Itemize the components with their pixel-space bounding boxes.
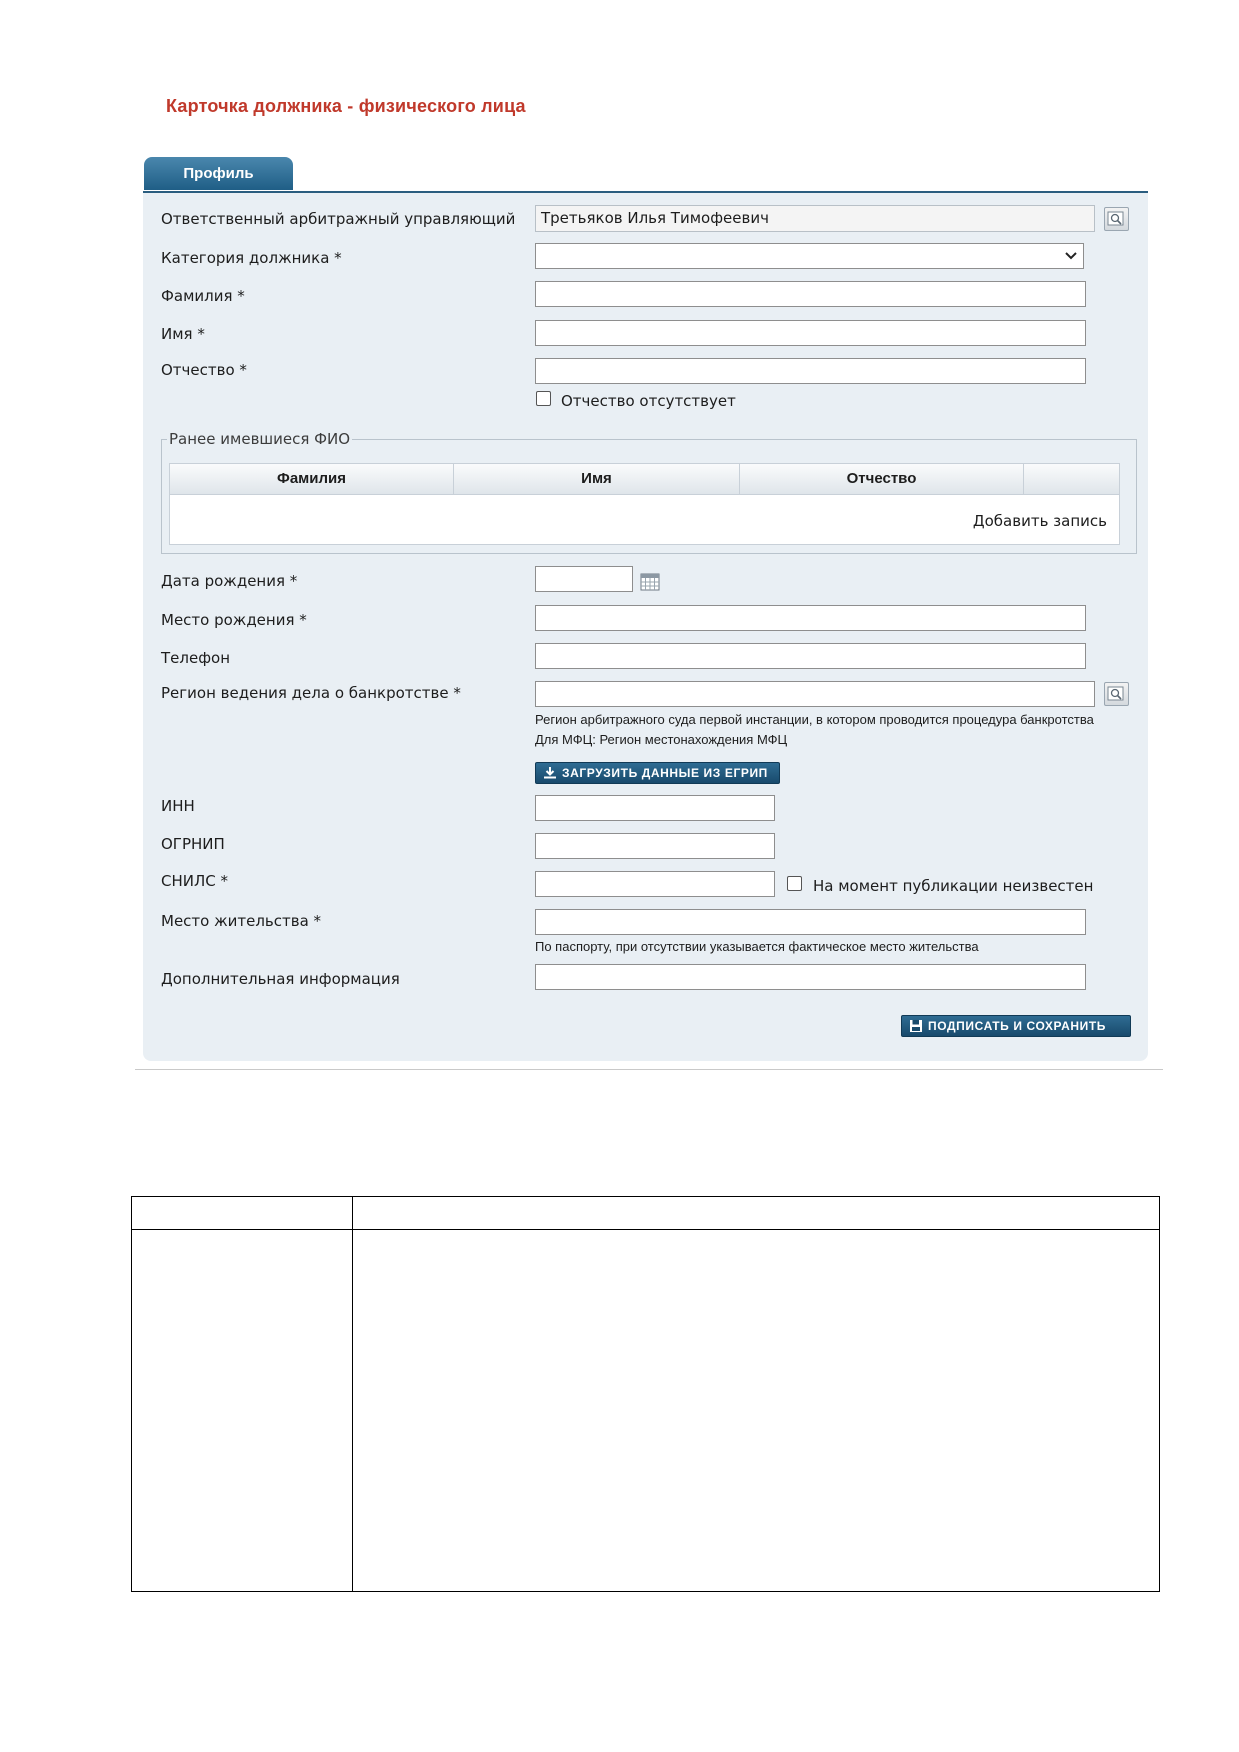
first-name-label: Имя * <box>161 325 205 343</box>
residence-input[interactable] <box>535 909 1086 935</box>
last-name-input[interactable] <box>535 281 1086 307</box>
document-table <box>131 1196 1160 1592</box>
extra-info-input[interactable] <box>535 964 1086 990</box>
download-icon <box>544 767 556 779</box>
chevron-down-icon <box>1065 252 1077 260</box>
manager-label: Ответственный арбитражный управляющий <box>161 210 516 228</box>
screenshot-divider <box>135 1069 1163 1070</box>
birth-date-input[interactable] <box>535 566 633 592</box>
region-hint-mfc: Для МФЦ: Регион местонахождения МФЦ <box>535 732 788 747</box>
manager-field: Третьяков Илья Тимофеевич <box>535 205 1095 232</box>
table-column-divider <box>352 1197 353 1591</box>
tab-profile[interactable]: Профиль <box>144 157 293 190</box>
column-header-first-name[interactable]: Имя <box>454 464 740 494</box>
ogrnip-label: ОГРНИП <box>161 835 225 853</box>
last-name-label: Фамилия * <box>161 287 245 305</box>
inn-input[interactable] <box>535 795 775 821</box>
phone-input[interactable] <box>535 643 1086 669</box>
calendar-icon[interactable] <box>640 573 660 591</box>
no-patronymic-checkbox[interactable] <box>536 391 551 406</box>
snils-label: СНИЛС * <box>161 872 228 890</box>
patronymic-input[interactable] <box>535 358 1086 384</box>
snils-unknown-checkbox[interactable] <box>787 876 802 891</box>
no-patronymic-label: Отчество отсутствует <box>561 392 736 410</box>
birth-date-label: Дата рождения * <box>161 572 298 590</box>
region-lookup-button[interactable] <box>1104 682 1129 706</box>
previous-names-grid: Фамилия Имя Отчество Добавить запись <box>169 463 1120 545</box>
phone-label: Телефон <box>161 649 231 667</box>
ogrnip-input[interactable] <box>535 833 775 859</box>
residence-hint: По паспорту, при отсутствии указывается … <box>535 939 979 954</box>
region-field[interactable] <box>535 681 1095 707</box>
load-egrip-label: ЗАГРУЗИТЬ ДАННЫЕ ИЗ ЕГРИП <box>562 766 768 780</box>
region-label: Регион ведения дела о банкротстве * <box>161 684 461 702</box>
previous-names-grid-header: Фамилия Имя Отчество <box>170 464 1119 495</box>
snils-unknown-label: На момент публикации неизвестен <box>813 877 1094 895</box>
inn-label: ИНН <box>161 797 195 815</box>
add-record-link[interactable]: Добавить запись <box>973 512 1107 530</box>
category-select[interactable] <box>535 243 1084 269</box>
residence-label: Место жительства * <box>161 912 322 930</box>
floppy-disk-icon <box>910 1020 922 1032</box>
sign-save-button[interactable]: ПОДПИСАТЬ И СОХРАНИТЬ <box>901 1015 1131 1037</box>
magnifier-lookup-icon <box>1107 211 1124 226</box>
region-hint: Регион арбитражного суда первой инстанци… <box>535 712 1094 727</box>
previous-names-legend: Ранее имевшиеся ФИО <box>167 430 353 448</box>
magnifier-lookup-icon <box>1107 686 1124 701</box>
birth-place-input[interactable] <box>535 605 1086 631</box>
category-label: Категория должника * <box>161 249 342 267</box>
tab-bar: Профиль <box>143 157 1148 194</box>
sign-save-label: ПОДПИСАТЬ И СОХРАНИТЬ <box>928 1019 1106 1033</box>
column-header-last-name[interactable]: Фамилия <box>170 464 454 494</box>
patronymic-label: Отчество * <box>161 361 247 379</box>
manager-lookup-button[interactable] <box>1104 207 1129 231</box>
table-header-divider <box>132 1229 1159 1230</box>
load-egrip-button[interactable]: ЗАГРУЗИТЬ ДАННЫЕ ИЗ ЕГРИП <box>535 762 780 784</box>
column-header-patronymic[interactable]: Отчество <box>740 464 1024 494</box>
snils-input[interactable] <box>535 871 775 897</box>
birth-place-label: Место рождения * <box>161 611 307 629</box>
extra-info-label: Дополнительная информация <box>161 970 400 988</box>
first-name-input[interactable] <box>535 320 1086 346</box>
page-title: Карточка должника - физического лица <box>166 96 526 116</box>
